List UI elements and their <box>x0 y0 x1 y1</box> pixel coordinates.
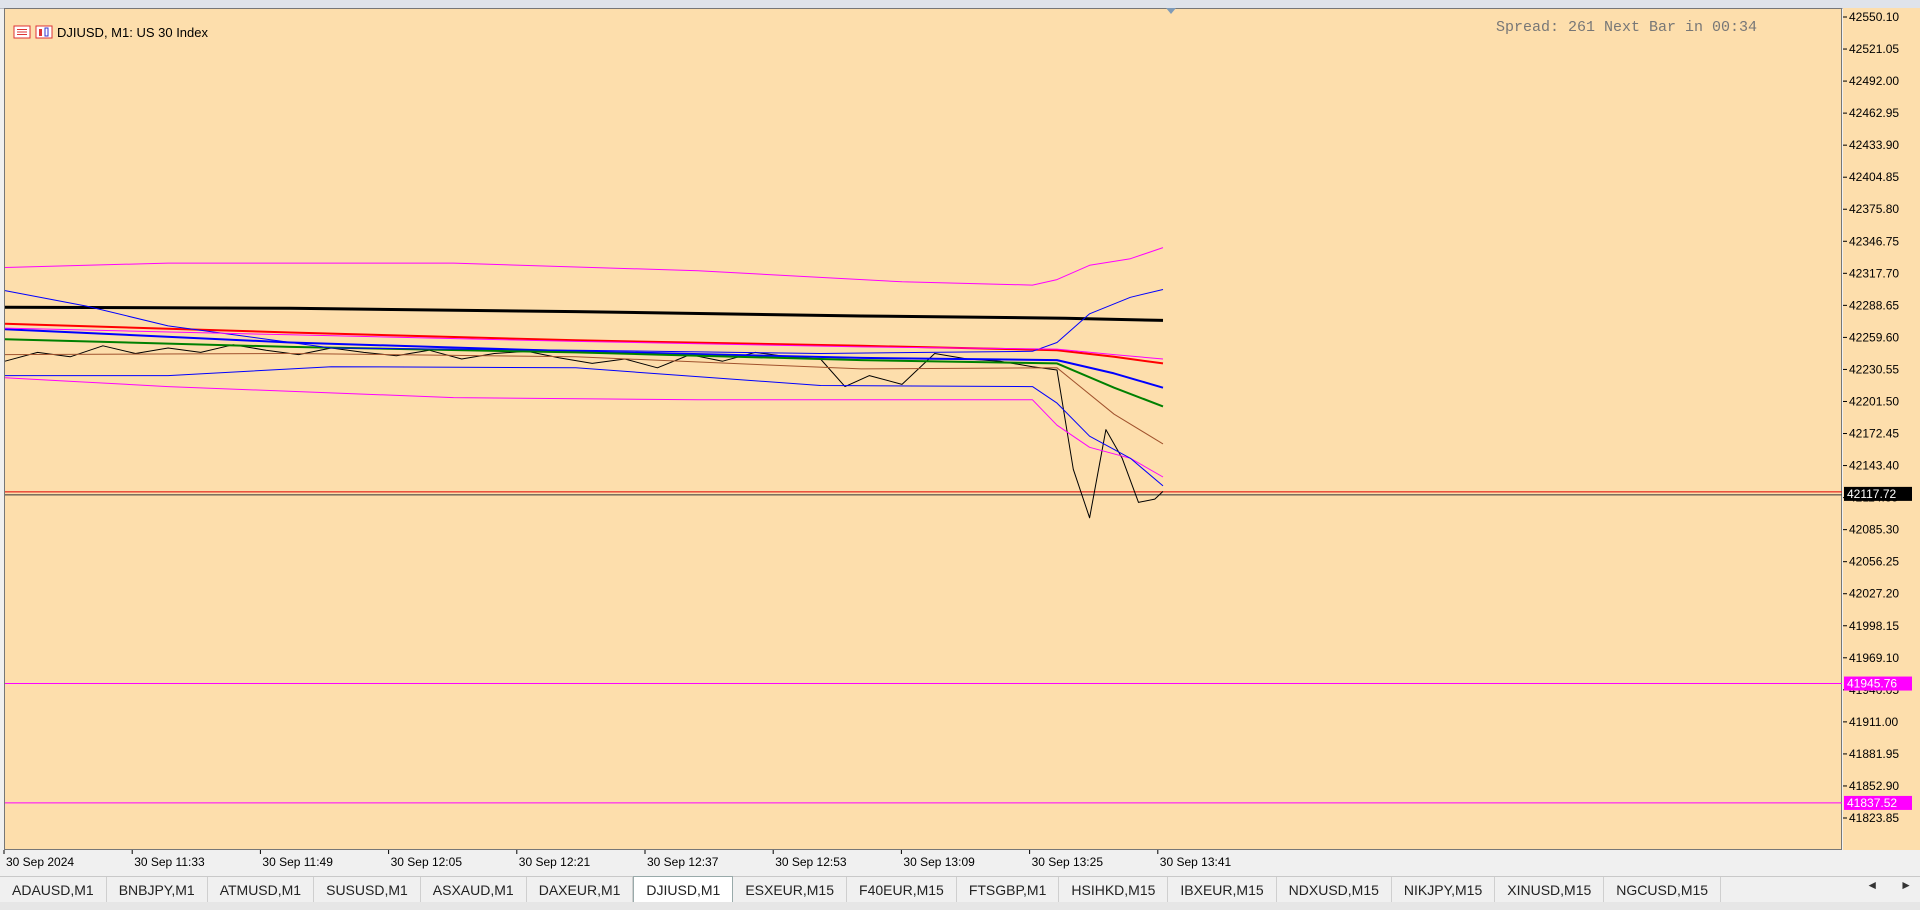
y-tick-label: 42230.55 <box>1849 362 1899 376</box>
y-tick-label: 42027.20 <box>1849 587 1899 601</box>
tab-navigation: ◄ ► <box>1866 878 1912 892</box>
chart-tab-xinusd-m15[interactable]: XINUSD,M15 <box>1495 877 1605 903</box>
shift-marker[interactable] <box>1166 8 1176 14</box>
series-line-ma-1 <box>4 305 1164 322</box>
chart-tab-ibxeur-m15[interactable]: IBXEUR,M15 <box>1168 877 1277 903</box>
chart-canvas: 42550.10 42521.05 42492.00 42462.95 42433.90… <box>3 8 1912 869</box>
y-tick-label: 42172.45 <box>1849 427 1899 441</box>
chart-tab-ngcusd-m15[interactable]: NGCUSD,M15 <box>1604 877 1722 903</box>
chart-tab-sususd-m1[interactable]: SUSUSD,M1 <box>314 877 421 903</box>
chart-tab-f40eur-m15[interactable]: F40EUR,M15 <box>847 877 957 903</box>
status-strip <box>0 902 1920 910</box>
level-price-tag-0: 41945.76 <box>1847 677 1897 691</box>
y-tick-label: 42550.10 <box>1849 10 1899 24</box>
chart-tab-atmusd-m1[interactable]: ATMUSD,M1 <box>208 877 315 903</box>
y-tick-label: 41969.10 <box>1849 651 1899 665</box>
series-line-band-6 <box>4 247 1164 286</box>
y-tick-label: 42259.60 <box>1849 330 1899 344</box>
y-tick-label: 41998.15 <box>1849 619 1899 633</box>
series-line-ma-3 <box>4 328 1164 389</box>
y-tick-label: 42317.70 <box>1849 266 1899 280</box>
y-tick-label: 42085.30 <box>1849 523 1899 537</box>
chart-tab-ndxusd-m15[interactable]: NDXUSD,M15 <box>1277 877 1392 903</box>
y-tick-label: 41881.95 <box>1849 747 1899 761</box>
y-tick-label: 41911.00 <box>1849 715 1898 729</box>
x-tick-label: 30 Sep 12:21 <box>519 855 591 869</box>
x-tick-label: 30 Sep 11:33 <box>134 855 205 869</box>
chart-tabs: ADAUSD,M1 BNBJPY,M1 ATMUSD,M1 SUSUSD,M1 ASXA… <box>0 876 1920 903</box>
series-line-band-7 <box>4 377 1164 478</box>
y-tick-label: 42433.90 <box>1849 138 1899 152</box>
y-tick-label: 42492.00 <box>1849 74 1899 88</box>
y-tick-label: 42143.40 <box>1849 459 1899 473</box>
y-tick-label: 41852.90 <box>1849 779 1899 793</box>
x-tick-label: 30 Sep 2024 <box>6 855 74 869</box>
chart-tab-bnbjpy-m1[interactable]: BNBJPY,M1 <box>107 877 208 903</box>
y-tick-label: 42056.25 <box>1849 555 1899 569</box>
level-price-tag-1: 41837.52 <box>1847 796 1897 810</box>
chart-tab-nikjpy-m15[interactable]: NIKJPY,M15 <box>1392 877 1496 903</box>
current-price-tag: 42117.72 <box>1847 487 1896 501</box>
chart-tab-daxeur-m1[interactable]: DAXEUR,M1 <box>527 877 634 903</box>
chart-tab-asxaud-m1[interactable]: ASXAUD,M1 <box>421 877 527 903</box>
y-tick-label: 42288.65 <box>1849 298 1899 312</box>
x-tick-label: 30 Sep 13:41 <box>1160 855 1232 869</box>
x-tick-label: 30 Sep 12:53 <box>775 855 847 869</box>
y-tick-label: 42462.95 <box>1849 106 1899 120</box>
x-tick-label: 30 Sep 12:37 <box>647 855 719 869</box>
series-line-band-9 <box>5 366 1164 487</box>
chart-tab-adausd-m1[interactable]: ADAUSD,M1 <box>0 877 107 903</box>
chart-tab-ftsgbp-m1[interactable]: FTSGBP,M1 <box>957 877 1060 903</box>
x-tick-label: 30 Sep 13:09 <box>903 855 975 869</box>
y-tick-label: 41823.85 <box>1849 811 1899 825</box>
y-tick-label: 42375.80 <box>1849 202 1899 216</box>
y-tick-label: 42201.50 <box>1849 394 1899 408</box>
x-tick-label: 30 Sep 11:49 <box>262 855 333 869</box>
chart-tab-djiusd-m1[interactable]: DJIUSD,M1 <box>633 876 734 903</box>
y-tick-label: 42521.05 <box>1849 42 1899 56</box>
x-tick-label: 30 Sep 13:25 <box>1032 855 1104 869</box>
y-tick-label: 42346.75 <box>1849 234 1899 248</box>
tab-scroll-right-button[interactable]: ► <box>1900 878 1912 892</box>
tab-scroll-left-button[interactable]: ◄ <box>1866 878 1878 892</box>
chart-tab-hsihkd-m15[interactable]: HSIHKD,M15 <box>1059 877 1169 903</box>
chart-tab-esxeur-m15[interactable]: ESXEUR,M15 <box>733 877 848 903</box>
y-tick-label: 42404.85 <box>1849 170 1899 184</box>
x-tick-label: 30 Sep 12:05 <box>391 855 463 869</box>
